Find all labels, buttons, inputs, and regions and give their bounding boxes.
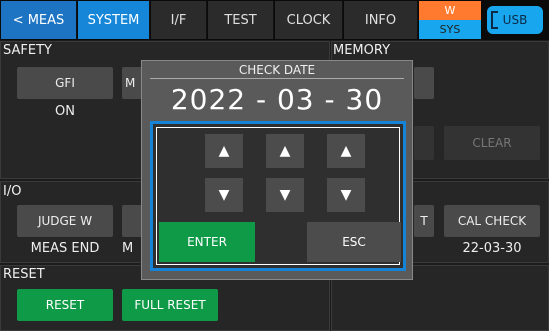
year-up-button[interactable]: ▲ <box>205 134 243 168</box>
safety-title: SAFETY <box>3 43 52 58</box>
down-arrow-icon: ▼ <box>340 187 352 203</box>
gfi-value: ON <box>55 104 75 119</box>
date-readout: 2022 - 03 - 30 <box>170 83 384 116</box>
usb-icon <box>491 11 498 29</box>
check-date-dialog: CHECK DATE 2022 - 03 - 30 ▲ ▲ ▲ ▼ ▼ ▼ EN… <box>141 60 413 280</box>
clear-button: CLEAR <box>444 126 540 160</box>
memory-title: MEMORY <box>333 43 391 58</box>
mode-indicator: W SYS <box>419 1 481 39</box>
month-up-button[interactable]: ▲ <box>266 134 304 168</box>
enter-button[interactable]: ENTER <box>159 222 255 262</box>
cal-check-value: 22-03-30 <box>462 241 522 256</box>
down-arrow-icon: ▼ <box>279 187 291 203</box>
usb-label: USB <box>502 13 528 27</box>
year-down-button[interactable]: ▼ <box>205 178 243 212</box>
down-arrow-icon: ▼ <box>218 187 230 203</box>
gfi-button[interactable]: GFI <box>17 67 113 99</box>
date-editor-frame: ▲ ▲ ▲ ▼ ▼ ▼ ENTER ESC <box>150 121 406 271</box>
esc-button[interactable]: ESC <box>307 222 401 262</box>
reset-button[interactable]: RESET <box>17 289 113 321</box>
tab-info[interactable]: INFO <box>344 1 418 39</box>
io-title: I/O <box>3 184 22 199</box>
judge-w-button[interactable]: JUDGE W <box>17 205 113 237</box>
mode-indicator-top: W <box>419 1 481 20</box>
tab-test[interactable]: TEST <box>208 1 274 39</box>
memory-partial-button[interactable] <box>414 67 434 99</box>
tab-bar: < MEAS SYSTEM I/F TEST CLOCK INFO W SYS … <box>0 0 549 40</box>
day-down-button[interactable]: ▼ <box>327 178 365 212</box>
date-editor: ▲ ▲ ▲ ▼ ▼ ▼ ENTER ESC <box>156 127 401 265</box>
day-up-button[interactable]: ▲ <box>327 134 365 168</box>
month-down-button[interactable]: ▼ <box>266 178 304 212</box>
tab-if[interactable]: I/F <box>151 1 207 39</box>
memory-partial-button-2 <box>414 126 434 160</box>
full-reset-button[interactable]: FULL RESET <box>122 289 218 321</box>
judge-w-value: MEAS END <box>30 241 100 256</box>
reset-title: RESET <box>3 267 45 282</box>
up-arrow-icon: ▲ <box>279 143 291 159</box>
io-partial-right-button[interactable]: T <box>414 205 434 237</box>
dialog-title: CHECK DATE <box>238 63 316 77</box>
io-partial-value: M <box>122 241 134 256</box>
up-arrow-icon: ▲ <box>218 143 230 159</box>
usb-button[interactable]: USB <box>487 6 543 34</box>
back-to-meas-tab[interactable]: < MEAS <box>1 1 77 39</box>
tab-clock[interactable]: CLOCK <box>275 1 343 39</box>
tab-system[interactable]: SYSTEM <box>78 1 150 39</box>
up-arrow-icon: ▲ <box>340 143 352 159</box>
cal-check-button[interactable]: CAL CHECK <box>444 205 540 237</box>
dialog-divider <box>150 78 404 79</box>
mode-indicator-bottom: SYS <box>419 20 481 39</box>
